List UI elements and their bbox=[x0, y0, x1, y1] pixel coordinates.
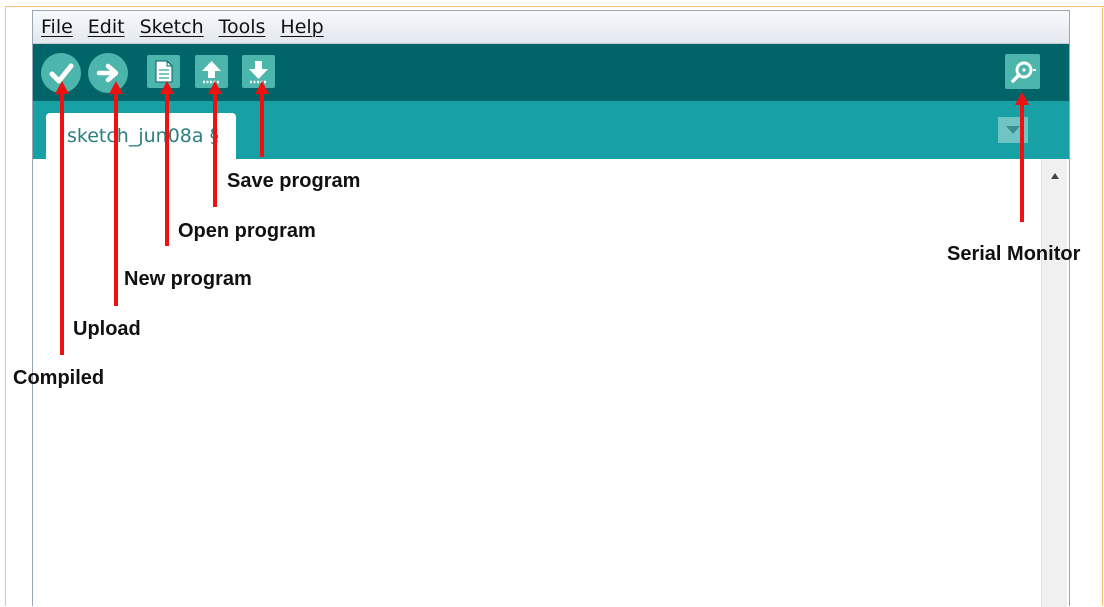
callout-open-program: Open program bbox=[178, 220, 316, 242]
menu-tools[interactable]: Tools bbox=[219, 16, 266, 38]
tab-sketch[interactable]: sketch_jun08a § bbox=[46, 113, 236, 159]
arrow-new-program bbox=[160, 81, 174, 246]
decorative-border-right bbox=[1102, 6, 1103, 606]
callout-save-program: Save program bbox=[227, 170, 361, 192]
arrow-compiled bbox=[55, 81, 69, 355]
callout-upload: Upload bbox=[73, 318, 141, 340]
menu-edit[interactable]: Edit bbox=[88, 16, 125, 38]
vertical-scrollbar[interactable] bbox=[1041, 159, 1067, 607]
tab-label: sketch_jun08a § bbox=[67, 125, 220, 147]
callout-compiled: Compiled bbox=[13, 367, 105, 389]
callout-serial-monitor: Serial Monitor bbox=[947, 243, 1081, 265]
decorative-border-top bbox=[5, 6, 1104, 7]
menu-bar: File Edit Sketch Tools Help bbox=[33, 11, 1069, 44]
menu-sketch[interactable]: Sketch bbox=[140, 16, 204, 38]
serial-monitor-button[interactable] bbox=[1005, 54, 1040, 89]
decorative-border-left bbox=[5, 6, 6, 606]
magnifier-icon bbox=[1011, 61, 1036, 83]
menu-file[interactable]: File bbox=[41, 16, 73, 38]
ide-window: File Edit Sketch Tools Help sketch_jun08… bbox=[32, 10, 1070, 607]
toolbar bbox=[33, 44, 1069, 101]
callout-new-program: New program bbox=[124, 268, 252, 290]
arrow-upload bbox=[109, 81, 123, 306]
tab-bar: sketch_jun08a § bbox=[33, 101, 1069, 159]
arrow-serial-monitor bbox=[1015, 92, 1029, 222]
arrow-open-program bbox=[208, 81, 222, 207]
scroll-up-icon[interactable] bbox=[1042, 167, 1068, 185]
menu-help[interactable]: Help bbox=[280, 16, 323, 38]
arrow-save-program bbox=[255, 81, 269, 157]
